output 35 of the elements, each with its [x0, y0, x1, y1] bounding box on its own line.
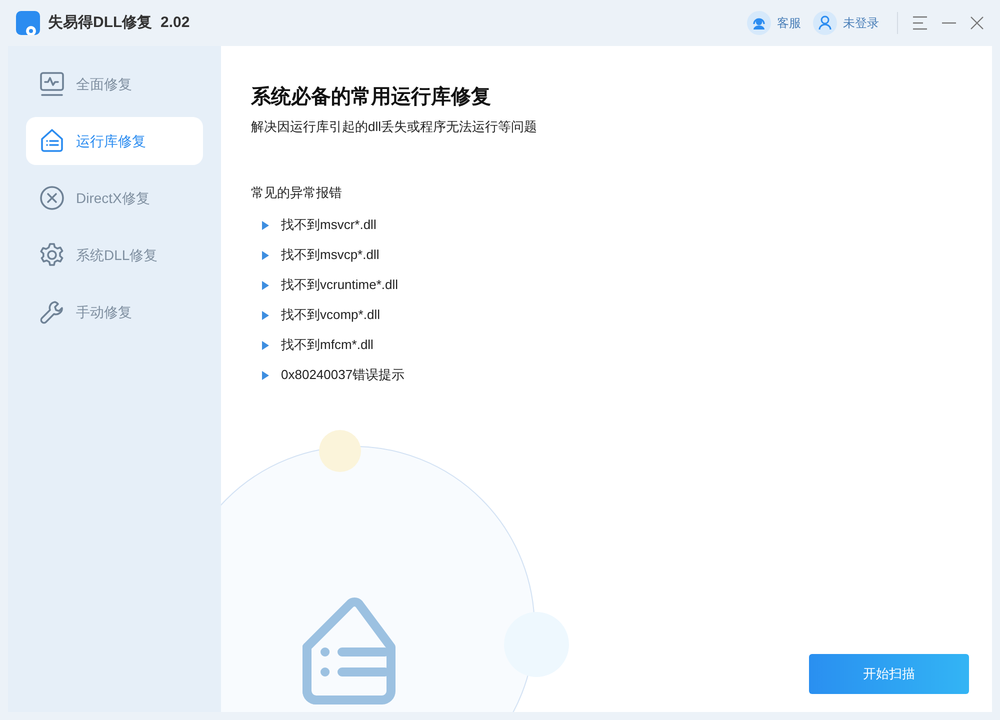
error-item: 找不到msvcr*.dll [281, 216, 376, 234]
house-list-icon [39, 128, 65, 154]
error-item: 0x80240037错误提示 [281, 366, 405, 384]
triangle-bullet-icon [262, 250, 269, 260]
start-scan-button[interactable]: 开始扫描 [809, 654, 969, 694]
headset-icon [747, 11, 771, 35]
sidebar-item[interactable]: 运行库修复 [26, 117, 203, 165]
x-circle-icon [39, 185, 65, 211]
menu-icon[interactable] [912, 16, 928, 30]
triangle-bullet-icon [262, 220, 269, 230]
sidebar-item[interactable]: DirectX修复 [26, 174, 203, 222]
page-title: 系统必备的常用运行库修复 [251, 84, 492, 110]
triangle-bullet-icon [262, 310, 269, 320]
app-logo-icon [16, 11, 40, 35]
section-title: 常见的异常报错 [251, 184, 343, 202]
page-subtitle: 解决因运行库引起的dll丢失或程序无法运行等问题 [251, 118, 538, 136]
minimize-icon[interactable] [942, 22, 956, 24]
sidebar-item[interactable]: 系统DLL修复 [26, 231, 203, 279]
window-title: 失易得DLL修复 2.02 [48, 12, 190, 33]
wrench-icon [39, 299, 65, 325]
error-item: 找不到mfcm*.dll [281, 336, 374, 354]
triangle-bullet-icon [262, 340, 269, 350]
monitor-icon [39, 71, 65, 97]
support-button[interactable]: 客服 [747, 11, 801, 35]
triangle-bullet-icon [262, 280, 269, 290]
sidebar-item[interactable]: 全面修复 [26, 60, 203, 108]
sidebar-item[interactable]: 手动修复 [26, 288, 203, 336]
login-button[interactable]: 未登录 [813, 11, 879, 35]
error-item: 找不到msvcp*.dll [281, 246, 380, 264]
error-item: 找不到vcomp*.dll [281, 306, 380, 324]
user-icon [813, 11, 837, 35]
error-item: 找不到vcruntime*.dll [281, 276, 398, 294]
gear-icon [39, 242, 65, 268]
close-icon[interactable] [970, 16, 984, 30]
triangle-bullet-icon [262, 370, 269, 380]
